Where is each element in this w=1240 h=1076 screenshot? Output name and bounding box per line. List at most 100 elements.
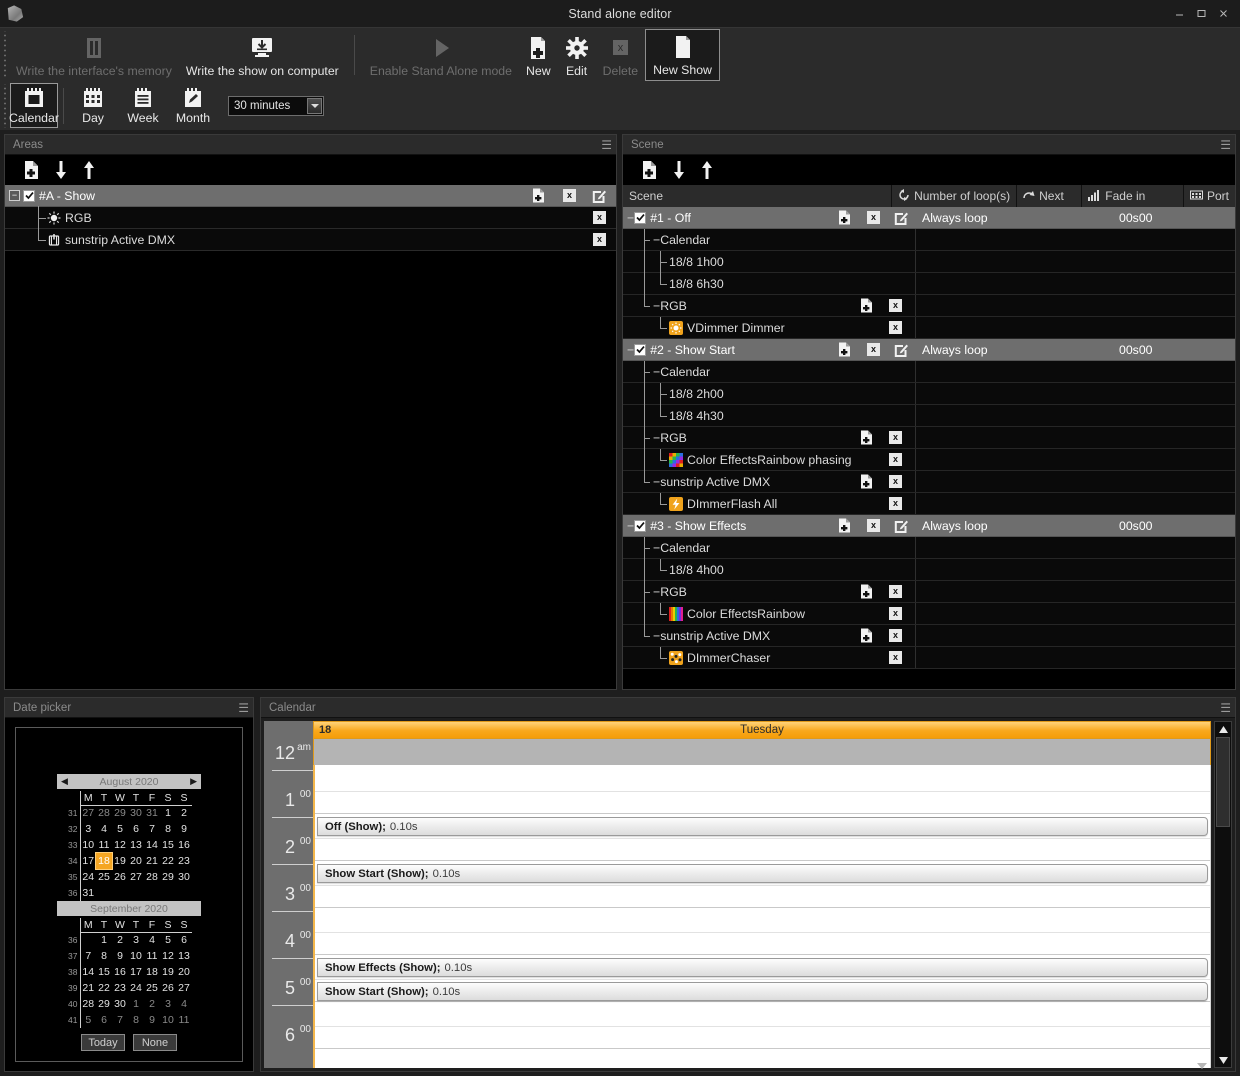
day-cell[interactable]: 13 xyxy=(128,837,144,853)
day-cell[interactable]: 12 xyxy=(112,837,128,853)
group-add-icon[interactable] xyxy=(860,628,873,643)
scene-add-icon[interactable] xyxy=(838,518,851,533)
group-add-icon[interactable] xyxy=(860,584,873,599)
day-cell[interactable]: 6 xyxy=(96,1012,112,1028)
minimize-icon[interactable] xyxy=(1168,3,1190,25)
day-cell[interactable]: 7 xyxy=(144,821,160,837)
collapse-expander-icon[interactable]: − xyxy=(627,211,634,225)
day-cell[interactable]: 26 xyxy=(112,869,128,885)
scene-edit-icon[interactable] xyxy=(894,519,908,533)
day-cell[interactable]: 29 xyxy=(112,805,128,821)
day-cell[interactable]: 27 xyxy=(128,869,144,885)
group-delete-icon[interactable]: x xyxy=(889,475,902,488)
scene-item-row[interactable]: 18/8 4h00 xyxy=(623,558,1235,581)
day-cell[interactable]: 15 xyxy=(96,964,112,980)
day-cell[interactable]: 28 xyxy=(96,805,112,821)
group-add-icon[interactable] xyxy=(860,474,873,489)
day-cell[interactable] xyxy=(112,885,128,901)
scene-group-row[interactable]: − Calendar xyxy=(623,536,1235,559)
collapse-expander-icon[interactable]: − xyxy=(653,541,660,555)
write-interface-memory-button[interactable]: Write the interface's memory xyxy=(9,29,179,81)
day-cell[interactable]: 27 xyxy=(80,805,96,821)
day-cell[interactable]: 21 xyxy=(80,980,96,996)
view-week-button[interactable]: Week xyxy=(119,83,167,128)
day-cell[interactable]: 3 xyxy=(160,996,176,1012)
scene-add-icon[interactable] xyxy=(838,210,851,225)
area-edit-icon[interactable] xyxy=(592,189,606,203)
day-cell[interactable]: 11 xyxy=(144,948,160,964)
area-child-row[interactable]: sunstrip Active DMX x xyxy=(5,227,616,251)
column-number-of-loops[interactable]: Number of loop(s) xyxy=(892,185,1018,207)
group-delete-icon[interactable]: x xyxy=(889,431,902,444)
calendar-event[interactable]: Show Start (Show); 0.10s xyxy=(317,864,1208,883)
calendar-day-header[interactable]: 18 Tuesday xyxy=(313,721,1211,739)
collapse-expander-icon[interactable]: − xyxy=(653,299,660,313)
day-cell[interactable]: 30 xyxy=(176,869,192,885)
panel-menu-icon[interactable]: ☰ xyxy=(1220,139,1231,151)
collapse-expander-icon[interactable]: − xyxy=(653,233,660,247)
move-down-button[interactable] xyxy=(672,160,686,180)
view-calendar-button[interactable]: Calendar xyxy=(9,83,59,128)
day-cell[interactable]: 6 xyxy=(176,932,192,948)
scroll-up-icon[interactable] xyxy=(1215,722,1231,736)
day-cell[interactable] xyxy=(96,885,112,901)
day-cell[interactable]: 2 xyxy=(176,805,192,821)
none-button[interactable]: None xyxy=(133,1034,177,1051)
day-cell[interactable]: 9 xyxy=(176,821,192,837)
day-cell[interactable]: 25 xyxy=(96,869,112,885)
column-next[interactable]: Next xyxy=(1017,185,1083,207)
day-cell[interactable]: 16 xyxy=(112,964,128,980)
viewbar-drag-grip[interactable] xyxy=(2,83,9,128)
scene-item-row[interactable]: 18/8 1h00 xyxy=(623,250,1235,273)
day-cell[interactable]: 1 xyxy=(128,996,144,1012)
interval-select[interactable]: 30 minutes xyxy=(228,95,324,116)
enable-standalone-mode-button[interactable]: Enable Stand Alone mode xyxy=(363,29,519,81)
scene-edit-icon[interactable] xyxy=(894,211,908,225)
day-cell[interactable]: 24 xyxy=(80,869,96,885)
day-cell[interactable]: 2 xyxy=(144,996,160,1012)
scene-enabled-checkbox[interactable] xyxy=(634,343,647,356)
panel-menu-icon[interactable]: ☰ xyxy=(601,139,612,151)
calendar-scrollbar[interactable] xyxy=(1214,721,1232,1068)
scene-edit-icon[interactable] xyxy=(894,343,908,357)
group-delete-icon[interactable]: x xyxy=(889,585,902,598)
day-cell[interactable]: 9 xyxy=(112,948,128,964)
panel-menu-icon[interactable]: ☰ xyxy=(1220,702,1231,714)
day-cell[interactable]: 30 xyxy=(112,996,128,1012)
add-area-button[interactable] xyxy=(23,160,40,180)
day-cell[interactable]: 6 xyxy=(128,821,144,837)
day-cell[interactable]: 21 xyxy=(144,853,160,869)
scene-item-row[interactable]: DImmerFlash All x xyxy=(623,492,1235,515)
day-cell[interactable]: 5 xyxy=(160,932,176,948)
scene-item-row[interactable]: 18/8 4h30 xyxy=(623,404,1235,427)
day-cell[interactable]: 17 xyxy=(128,964,144,980)
day-cell[interactable]: 20 xyxy=(176,964,192,980)
day-cell[interactable]: 7 xyxy=(80,948,96,964)
write-show-on-computer-button[interactable]: Write the show on computer xyxy=(179,29,346,81)
month-grid[interactable]: M T W T F S S 31 27 28 29 30 31 1 2 32 3 4 5 6 7 8 9 33 10 11 12 13… xyxy=(66,791,192,901)
collapse-expander-icon[interactable]: − xyxy=(653,365,660,379)
day-cell[interactable]: 13 xyxy=(176,948,192,964)
maximize-icon[interactable] xyxy=(1190,3,1212,25)
area-child-row[interactable]: RGB x xyxy=(5,205,616,229)
collapse-expander-icon[interactable]: − xyxy=(653,629,660,643)
scene-delete-icon[interactable]: x xyxy=(867,519,880,532)
day-cell[interactable]: 3 xyxy=(128,932,144,948)
scene-item-row[interactable]: Color EffectsRainbow x xyxy=(623,602,1235,625)
item-delete-icon[interactable]: x xyxy=(889,607,902,620)
day-cell[interactable]: 27 xyxy=(176,980,192,996)
scene-group-row[interactable]: − RGB x xyxy=(623,580,1235,603)
calendar-event[interactable]: Show Effects (Show); 0.10s xyxy=(317,958,1208,977)
new-button[interactable]: New xyxy=(519,29,558,81)
scroll-down-icon[interactable] xyxy=(1215,1053,1231,1067)
day-cell[interactable]: 5 xyxy=(80,1012,96,1028)
day-cell[interactable]: 11 xyxy=(176,1012,192,1028)
column-scene[interactable]: Scene xyxy=(623,185,893,207)
day-cell[interactable]: 2 xyxy=(112,932,128,948)
day-cell[interactable]: 1 xyxy=(96,932,112,948)
day-cell[interactable]: 22 xyxy=(96,980,112,996)
day-cell[interactable]: 10 xyxy=(128,948,144,964)
day-cell[interactable]: 19 xyxy=(112,853,128,869)
item-delete-icon[interactable]: x xyxy=(889,497,902,510)
day-cell[interactable]: 14 xyxy=(80,964,96,980)
